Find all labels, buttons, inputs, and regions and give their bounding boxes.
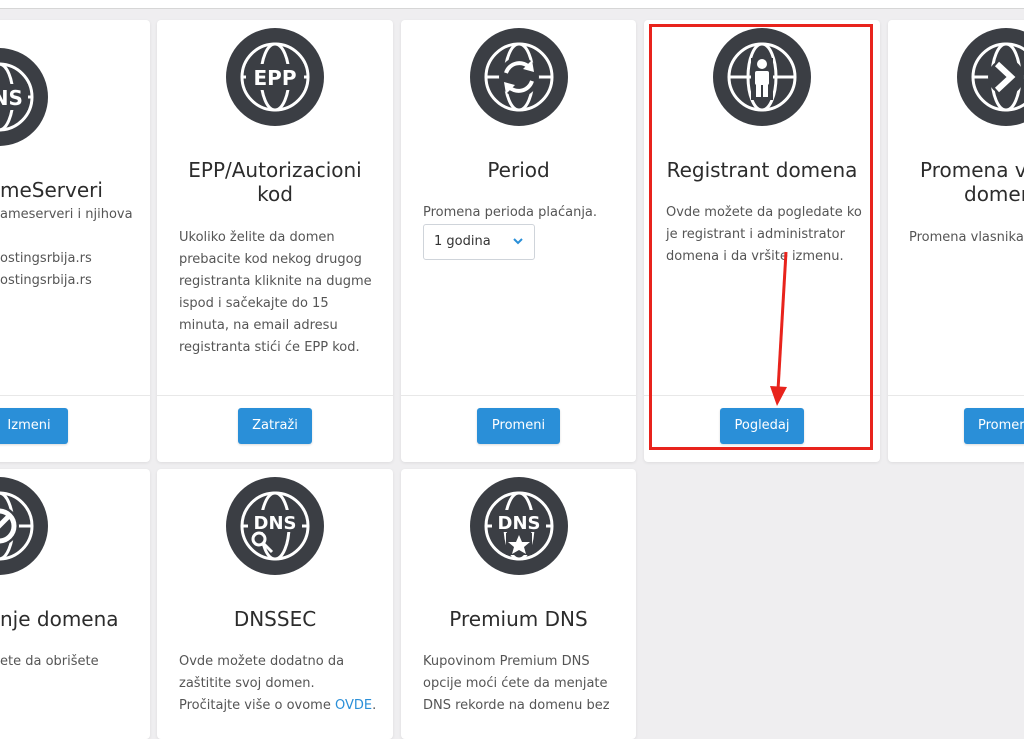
desc-line: Kupovinom Premium DNS <box>423 654 590 669</box>
desc-line: registranta stići će EPP kod. <box>179 340 360 355</box>
divider <box>401 395 636 396</box>
dnssec-icon-text: DNS <box>254 513 297 534</box>
refresh-globe-icon <box>470 28 568 126</box>
title-line: kod <box>257 182 293 206</box>
card-description: ameserveri i njihova ostingsrbija.rs ost… <box>0 204 150 292</box>
chevron-down-icon <box>512 225 524 273</box>
divider <box>157 395 393 396</box>
dns-star-globe-icon: DNS <box>470 477 568 575</box>
top-bar <box>0 0 1024 9</box>
card-title: Premium DNS <box>449 607 588 631</box>
card-title: DNSSEC <box>233 607 317 631</box>
title-line: Promena v <box>920 158 1024 182</box>
card-delete-domain: nje domena ete da obrišete <box>0 469 150 739</box>
card-description: Promena perioda plaćanja. <box>423 205 598 220</box>
premium-icon-text: DNS <box>498 513 541 534</box>
desc-line: zaštitite svoj domen. <box>179 676 315 691</box>
desc-line: DNS rekorde na domenu bez <box>423 698 610 713</box>
highlight-box <box>649 24 873 450</box>
desc-line: Ovde možete dodatno da <box>179 654 345 669</box>
arrow-globe-icon <box>957 28 1024 126</box>
desc-line: prebacite kod nekog drugog <box>179 252 362 267</box>
card-description: Ovde možete dodatno da zaštitite svoj do… <box>179 651 384 717</box>
desc-line: Pročitajte više o ovome OVDE. <box>179 695 384 717</box>
change-nameservers-button[interactable]: Izmeni <box>0 408 68 444</box>
desc-line: opcije moći ćete da menjate <box>423 676 608 691</box>
epp-globe-icon: EPP <box>226 28 324 126</box>
dns-globe-icon: DNS <box>0 48 48 146</box>
card-epp: EPP EPP/Autorizacioni kod Ukoliko želite… <box>157 20 393 462</box>
dns-lock-globe-icon: DNS <box>226 477 324 575</box>
card-title: meServeri <box>0 178 103 202</box>
card-dnssec: DNS DNSSEC Ovde možete dodatno da zaštit… <box>157 469 393 739</box>
desc-line: Ukoliko želite da domen <box>179 230 335 245</box>
card-title: Promena v domer <box>920 158 1024 206</box>
dnssec-more-link[interactable]: OVDE <box>335 698 372 713</box>
desc-line: ameserveri i njihova <box>0 207 133 222</box>
title-line: EPP/Autorizacioni <box>188 158 362 182</box>
card-premium-dns: DNS Premium DNS Kupovinom Premium DNS op… <box>401 469 636 739</box>
desc-line <box>0 226 150 248</box>
divider <box>888 395 1024 396</box>
forbidden-globe-icon <box>0 477 48 575</box>
card-description: Ukoliko želite da domen prebacite kod ne… <box>179 227 379 359</box>
epp-icon-text: EPP <box>254 66 297 90</box>
card-title: EPP/Autorizacioni kod <box>157 158 393 206</box>
period-select[interactable]: 1 godina <box>423 224 535 260</box>
card-description: Promena vlasnika <box>909 230 1024 245</box>
request-epp-button[interactable]: Zatraži <box>238 408 312 444</box>
card-owner-change: Promena v domer Promena vlasnika Promer <box>888 20 1024 462</box>
annotation-arrow-icon <box>770 251 788 406</box>
dns-icon-text: DNS <box>0 86 23 110</box>
desc-line: minuta, na email adresu <box>179 318 338 333</box>
change-owner-button[interactable]: Promer <box>964 408 1024 444</box>
desc-line: registranta kliknite na dugme <box>179 274 372 289</box>
card-period: Period Promena perioda plaćanja. 1 godin… <box>401 20 636 462</box>
card-description: Kupovinom Premium DNS opcije moći ćete d… <box>423 651 628 717</box>
card-description: ete da obrišete <box>0 654 99 669</box>
title-line: domer <box>964 182 1024 206</box>
desc-line: ispod i sačekajte do 15 <box>179 296 329 311</box>
desc-line: ostingsrbija.rs <box>0 251 92 266</box>
desc-text: Pročitajte više o ovome <box>179 698 335 713</box>
card-title: nje domena <box>0 607 119 631</box>
desc-text: . <box>372 698 377 713</box>
card-title: Period <box>487 158 550 182</box>
select-value: 1 godina <box>434 234 491 249</box>
divider <box>0 395 150 396</box>
change-period-button[interactable]: Promeni <box>477 408 560 444</box>
card-nameservers: DNS meServeri ameserveri i njihova ostin… <box>0 20 150 462</box>
desc-line: ostingsrbija.rs <box>0 273 92 288</box>
